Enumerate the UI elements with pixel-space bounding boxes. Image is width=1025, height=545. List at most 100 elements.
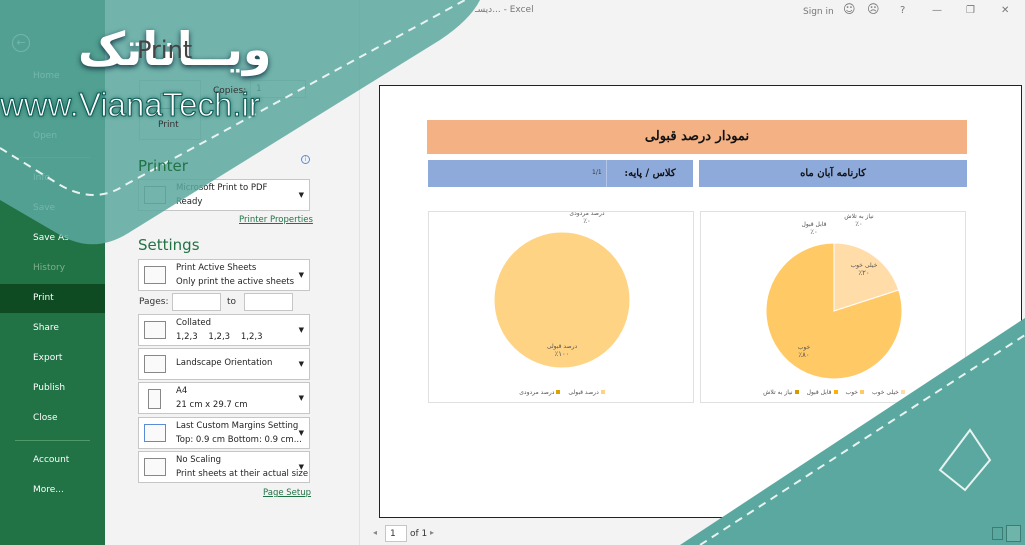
legend-entry: قابل قبول <box>807 389 838 396</box>
paper-icon <box>148 389 161 409</box>
sidebar-item-export[interactable]: Export <box>0 344 105 373</box>
copies-input[interactable]: 1 <box>250 80 306 98</box>
dropdown-arrow-icon: ▼ <box>298 191 304 199</box>
landscape-icon <box>144 355 166 373</box>
data-label-value: ٪۰ <box>583 217 591 225</box>
sidebar-item-new[interactable]: New <box>0 92 105 121</box>
data-label: قابل قبول ٪۰ <box>789 221 839 236</box>
option-title: No Scaling <box>176 455 222 465</box>
back-arrow-icon[interactable]: ← <box>12 34 30 52</box>
frown-feedback-icon[interactable]: ☹ <box>867 2 880 16</box>
pages-to-input[interactable] <box>244 293 293 311</box>
data-label-category: نیاز به تلاش <box>844 213 874 220</box>
minimize-button[interactable]: — <box>932 5 942 16</box>
pages-from-input[interactable] <box>172 293 221 311</box>
prev-page-button[interactable]: ◂ <box>373 528 377 537</box>
sheet-grid-icon <box>144 266 166 284</box>
data-label-value: ٪۸۰ <box>798 351 810 360</box>
dropdown-arrow-icon: ▼ <box>298 429 304 437</box>
legend-swatch <box>556 390 561 394</box>
print-what-dropdown[interactable]: Print Active Sheets Only print the active… <box>138 259 310 291</box>
info-icon[interactable]: i <box>301 155 310 164</box>
data-label: درصد قبولی ٪۱۰۰ <box>537 343 587 358</box>
page-number: 1 <box>390 529 396 539</box>
data-label: درصد مردودی ٪۰ <box>562 210 612 225</box>
help-icon[interactable]: ? <box>900 5 905 16</box>
data-label: خیلی خوب ٪۲۰ <box>839 262 889 277</box>
print-preview-page: نمودار درصد قبولی کارنامه آبان ماه کلاس … <box>379 85 1022 518</box>
data-label-category: قابل قبول <box>801 221 827 228</box>
legend-entry: خوب <box>846 389 865 396</box>
restore-button[interactable]: ❐ <box>966 5 975 16</box>
page-setup-link[interactable]: Page Setup <box>263 488 311 498</box>
option-desc: 1,2,3 1,2,3 1,2,3 <box>176 332 263 342</box>
print-button[interactable] <box>139 80 201 140</box>
sidebar-item-close[interactable]: Close <box>0 404 105 433</box>
option-desc: Top: 0.9 cm Bottom: 0.9 cm... <box>176 435 302 445</box>
data-label-category: خیلی خوب <box>850 261 878 269</box>
divider <box>15 157 90 158</box>
margins-dropdown[interactable]: Last Custom Margins Setting Top: 0.9 cm B… <box>138 417 310 449</box>
show-margins-icon[interactable] <box>992 527 1003 540</box>
class-label: کلاس / پایه: <box>606 160 693 187</box>
collation-dropdown[interactable]: Collated 1,2,3 1,2,3 1,2,3 ▼ <box>138 314 310 346</box>
sidebar-item-home[interactable]: Home <box>0 62 105 91</box>
paper-size-dropdown[interactable]: A4 21 cm x 29.7 cm ▼ <box>138 382 310 414</box>
legend-label: درصد قبولی <box>568 389 599 396</box>
sidebar-item-share[interactable]: Share <box>0 314 105 343</box>
sidebar-item-more[interactable]: More... <box>0 476 105 505</box>
divider <box>15 440 90 441</box>
window-title: دیسـ... - Excel <box>475 5 534 15</box>
class-value: 1/1 <box>592 169 602 176</box>
sidebar-item-print[interactable]: Print <box>0 284 105 313</box>
dropdown-arrow-icon: ▼ <box>298 394 304 402</box>
sidebar-item-account[interactable]: Account <box>0 446 105 475</box>
pass-rate-chart: درصد قبولی ٪۱۰۰ درصد مردودی ٪۰ درصد قبولیدرص… <box>428 210 695 403</box>
sign-in-link[interactable]: Sign in <box>803 7 834 17</box>
dropdown-arrow-icon: ▼ <box>298 271 304 279</box>
legend-swatch <box>860 390 865 394</box>
printer-name: Microsoft Print to PDF <box>176 183 268 193</box>
scaling-icon <box>144 458 166 476</box>
data-label-value: ٪۱۰۰ <box>554 350 570 358</box>
sidebar-item-save[interactable]: Save <box>0 194 105 223</box>
sheet-title: نمودار درصد قبولی <box>427 120 967 154</box>
sidebar-item-history[interactable]: History <box>0 254 105 283</box>
close-button[interactable]: ✕ <box>1001 5 1009 16</box>
option-title: Print Active Sheets <box>176 263 257 273</box>
data-label: نیاز به تلاش ٪۰ <box>834 213 884 228</box>
backstage-sidebar: ← Home New Open Info Save Save As History Print… <box>0 0 105 545</box>
data-label-value: ٪۰ <box>810 228 818 236</box>
option-title: Collated <box>176 318 212 328</box>
copies-label: Copies: <box>213 86 247 96</box>
option-desc: Print sheets at their actual size <box>176 469 309 479</box>
printer-dropdown[interactable]: Microsoft Print to PDF Ready ▼ <box>138 179 310 211</box>
legend-entry: خیلی خوب <box>872 389 905 396</box>
sidebar-item-saveas[interactable]: Save As <box>0 224 105 253</box>
scaling-dropdown[interactable]: No Scaling Print sheets at their actual s… <box>138 451 310 483</box>
legend-swatch <box>900 390 905 394</box>
legend-label: قابل قبول <box>806 389 832 396</box>
class-cell: کلاس / پایه: 1/1 <box>428 160 693 187</box>
orientation-dropdown[interactable]: Landscape Orientation ▼ <box>138 348 310 380</box>
pages-label: Pages: <box>139 297 169 307</box>
copies-value: 1 <box>256 84 262 94</box>
smile-feedback-icon[interactable]: ☺ <box>843 2 856 16</box>
margins-icon <box>144 424 166 442</box>
legend-entry: درصد قبولی <box>568 389 605 396</box>
data-label-value: ٪۲۰ <box>858 268 870 277</box>
legend-swatch <box>600 390 605 394</box>
legend-entry: نیاز به تلاش <box>763 389 799 396</box>
data-label: خوب ٪۸۰ <box>779 344 829 359</box>
chart-legend: درصد قبولی درصد مردودی <box>429 389 695 396</box>
page-number-input[interactable]: 1 <box>385 525 407 542</box>
printer-properties-link[interactable]: Printer Properties <box>239 215 313 225</box>
sidebar-item-publish[interactable]: Publish <box>0 374 105 403</box>
sidebar-item-open[interactable]: Open <box>0 122 105 151</box>
next-page-button[interactable]: ▸ <box>430 528 434 537</box>
pages-to-label: to <box>227 297 237 307</box>
data-label-category: درصد قبولی <box>546 343 578 350</box>
sidebar-item-info[interactable]: Info <box>0 164 105 193</box>
option-title: Landscape Orientation <box>176 358 273 368</box>
zoom-to-page-icon[interactable] <box>1006 525 1021 542</box>
